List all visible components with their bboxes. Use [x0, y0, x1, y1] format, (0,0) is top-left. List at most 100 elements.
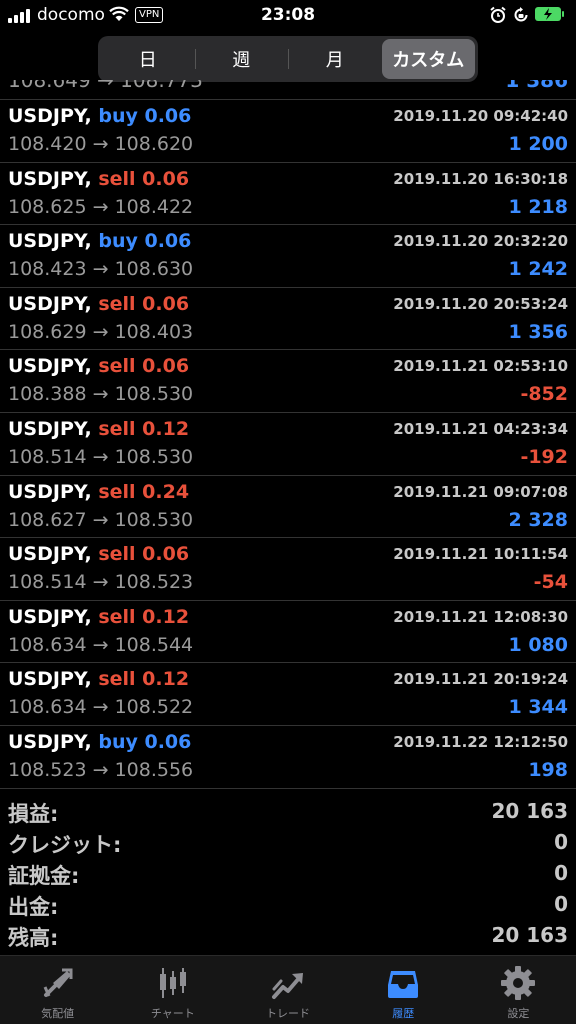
- summary-deposit-row: 証拠金: 0: [0, 858, 576, 889]
- trade-profit: 1 218: [508, 195, 569, 218]
- trade-row[interactable]: USDJPY, buy 0.06 2019.11.22 12:12:50 108…: [0, 726, 576, 789]
- trade-prices: 108.634 → 108.522: [8, 696, 194, 719]
- segment-week[interactable]: 週: [194, 39, 289, 79]
- trade-prices: 108.514 → 108.523: [8, 571, 194, 594]
- trade-side: sell 0.24: [98, 480, 190, 503]
- trade-side: sell 0.12: [98, 668, 190, 691]
- tab-label: 設定: [507, 1007, 530, 1020]
- history-icon: [388, 971, 419, 998]
- trade-side: sell 0.06: [98, 292, 190, 315]
- partial-profit: 1 386: [505, 80, 568, 92]
- summary-label: クレジット:: [8, 833, 122, 857]
- segment-month[interactable]: 月: [288, 39, 382, 79]
- tab-label: 気配値: [41, 1007, 75, 1020]
- trade-symbol: USDJPY, sell 0.06: [8, 355, 190, 378]
- segment-day[interactable]: 日: [101, 39, 195, 79]
- trade-row[interactable]: USDJPY, sell 0.06 2019.11.20 16:30:18 10…: [0, 163, 576, 226]
- rotation-lock-icon: [514, 7, 528, 22]
- trade-side: sell 0.06: [98, 355, 190, 378]
- summary-label: 出金:: [8, 895, 59, 919]
- partial-trade-row[interactable]: 108.649 → 108.773 1 386: [0, 80, 576, 100]
- bottom-tab-bar: 気配値 チャート トレード 履歴 設定: [0, 955, 576, 1024]
- tab-trade[interactable]: トレード: [230, 956, 345, 1024]
- trade-profit: 1 200: [508, 133, 569, 155]
- trade-time: 2019.11.21 09:07:08: [393, 482, 568, 501]
- trade-symbol: USDJPY, sell 0.06: [8, 167, 190, 190]
- trade-side: buy 0.06: [98, 230, 192, 253]
- trade-profit: -192: [520, 445, 568, 468]
- trade-symbol: USDJPY, sell 0.06: [8, 292, 190, 315]
- trade-time: 2019.11.21 04:23:34: [393, 419, 568, 438]
- trade-side: sell 0.12: [98, 605, 190, 628]
- trade-prices: 108.420 → 108.620: [8, 133, 194, 155]
- summary-value: 0: [554, 861, 568, 885]
- trade-prices: 108.634 → 108.544: [8, 633, 194, 656]
- summary-value: 0: [554, 892, 568, 916]
- tab-label: 履歴: [392, 1007, 415, 1020]
- trade-prices: 108.627 → 108.530: [8, 508, 194, 531]
- status-bar: docomo VPN 23:08: [0, 0, 576, 34]
- trade-profit: 1 356: [508, 320, 569, 343]
- tab-history[interactable]: 履歴: [346, 956, 461, 1024]
- trade-symbol: USDJPY, sell 0.24: [8, 480, 190, 503]
- trade-row[interactable]: USDJPY, sell 0.06 2019.11.21 10:11:54 10…: [0, 538, 576, 601]
- trade-time: 2019.11.20 09:42:40: [393, 107, 568, 125]
- battery-icon: [535, 7, 564, 21]
- partial-prices: 108.649 → 108.773: [8, 80, 203, 92]
- trade-time: 2019.11.21 12:08:30: [393, 607, 568, 626]
- trade-prices: 108.625 → 108.422: [8, 195, 194, 218]
- trade-profit: -54: [533, 571, 568, 594]
- trade-row[interactable]: USDJPY, sell 0.24 2019.11.21 09:07:08 10…: [0, 476, 576, 539]
- trade-icon: [272, 973, 303, 999]
- segment-custom[interactable]: カスタム: [381, 39, 475, 79]
- summary-value: 0: [554, 830, 568, 854]
- trade-side: sell 0.06: [98, 543, 190, 566]
- tab-chart[interactable]: チャート: [115, 956, 230, 1024]
- trade-row[interactable]: USDJPY, buy 0.06 2019.11.20 20:32:20 108…: [0, 225, 576, 288]
- summary-credit-row: クレジット: 0: [0, 827, 576, 858]
- summary-profit-row: 損益: 20 163: [0, 796, 576, 827]
- trade-time: 2019.11.21 10:11:54: [393, 545, 568, 564]
- trade-history-list: USDJPY, buy 0.06 2019.11.20 09:42:40 108…: [0, 100, 576, 789]
- summary-value: 20 163: [491, 923, 568, 947]
- chart-icon: [159, 968, 186, 998]
- trade-prices: 108.523 → 108.556: [8, 758, 194, 781]
- quotes-icon: [43, 968, 73, 997]
- trade-row[interactable]: USDJPY, sell 0.06 2019.11.20 20:53:24 10…: [0, 288, 576, 351]
- trade-profit: 2 328: [508, 508, 569, 531]
- trade-row[interactable]: USDJPY, sell 0.12 2019.11.21 20:19:24 10…: [0, 663, 576, 726]
- tab-label: トレード: [266, 1007, 310, 1020]
- trade-time: 2019.11.21 20:19:24: [393, 670, 568, 689]
- account-summary: 損益: 20 163 クレジット: 0 証拠金: 0 出金: 0 残高: 20 …: [0, 796, 576, 951]
- trade-profit: 1 344: [508, 696, 569, 719]
- trade-time: 2019.11.20 20:32:20: [393, 232, 568, 251]
- gear-icon: [501, 966, 536, 1000]
- trade-symbol: USDJPY, sell 0.12: [8, 668, 190, 691]
- trade-time: 2019.11.20 16:30:18: [393, 169, 568, 188]
- trade-side: buy 0.06: [98, 730, 192, 753]
- trade-prices: 108.629 → 108.403: [8, 320, 194, 343]
- summary-withdrawal-row: 出金: 0: [0, 889, 576, 920]
- trade-symbol: USDJPY, sell 0.06: [8, 543, 190, 566]
- summary-label: 証拠金:: [8, 864, 80, 888]
- trade-side: sell 0.06: [98, 167, 190, 190]
- tab-settings[interactable]: 設定: [461, 956, 576, 1024]
- trade-side: sell 0.12: [98, 417, 190, 440]
- trade-row[interactable]: USDJPY, sell 0.06 2019.11.21 02:53:10 10…: [0, 350, 576, 413]
- trade-row[interactable]: USDJPY, buy 0.06 2019.11.20 09:42:40 108…: [0, 100, 576, 163]
- trade-time: 2019.11.21 02:53:10: [393, 357, 568, 376]
- summary-label: 残高:: [8, 926, 59, 950]
- trade-row[interactable]: USDJPY, sell 0.12 2019.11.21 12:08:30 10…: [0, 601, 576, 664]
- summary-label: 損益:: [8, 802, 59, 826]
- trade-time: 2019.11.22 12:12:50: [393, 732, 568, 751]
- trade-row[interactable]: USDJPY, sell 0.12 2019.11.21 04:23:34 10…: [0, 413, 576, 476]
- trade-prices: 108.388 → 108.530: [8, 383, 194, 406]
- summary-value: 20 163: [491, 799, 568, 823]
- trade-profit: 1 080: [508, 633, 569, 656]
- trade-prices: 108.514 → 108.530: [8, 445, 194, 468]
- trade-symbol: USDJPY, sell 0.12: [8, 605, 190, 628]
- trade-profit: 1 242: [508, 258, 569, 281]
- tab-quotes[interactable]: 気配値: [0, 956, 115, 1024]
- trade-time: 2019.11.20 20:53:24: [393, 294, 568, 313]
- trade-profit: -852: [520, 383, 568, 406]
